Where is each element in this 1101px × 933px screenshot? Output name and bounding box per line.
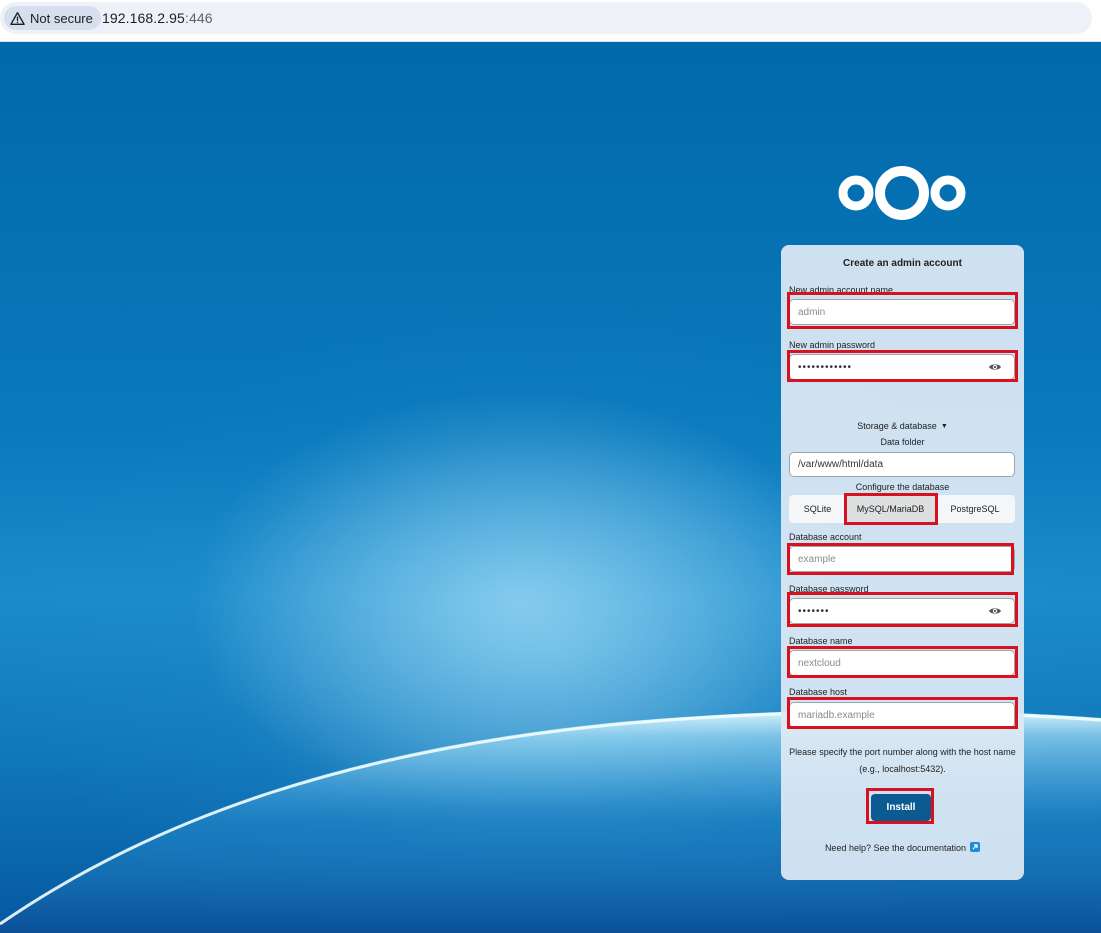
db-option-mysql[interactable]: MySQL/MariaDB — [846, 495, 935, 523]
db-password-input[interactable] — [789, 598, 1015, 624]
storage-database-toggle[interactable]: Storage & database ▼ — [781, 421, 1024, 431]
caret-down-icon: ▼ — [940, 423, 948, 430]
admin-password-input[interactable] — [789, 354, 1015, 380]
help-link-text: Need help? See the documentation — [824, 843, 967, 853]
data-folder-label: Data folder — [880, 437, 925, 447]
db-password-label: Database password — [789, 584, 869, 594]
db-host-label: Database host — [789, 687, 848, 697]
db-host-input[interactable] — [789, 702, 1015, 728]
admin-name-input[interactable] — [789, 299, 1015, 325]
db-option-sqlite[interactable]: SQLite — [789, 495, 846, 523]
setup-card: Create an admin account New admin accoun… — [781, 245, 1024, 880]
browser-toolbar: Not secure 192.168.2.95:446 — [0, 0, 1101, 42]
port-hint-text: Please specify the port number along wit… — [789, 747, 1016, 774]
card-title: Create an admin account — [843, 258, 962, 269]
db-name-label: Database name — [789, 636, 853, 646]
url-host: 192.168.2.95 — [102, 10, 185, 26]
db-name-input[interactable] — [789, 650, 1015, 676]
url-text[interactable]: 192.168.2.95:446 — [102, 10, 213, 26]
url-port: :446 — [184, 10, 213, 26]
nextcloud-logo — [838, 166, 966, 220]
data-folder-input[interactable] — [789, 452, 1015, 477]
db-account-input[interactable] — [789, 546, 1015, 572]
external-link-icon — [970, 842, 981, 852]
address-bar[interactable]: Not secure 192.168.2.95:446 — [0, 2, 1092, 34]
security-chip-label: Not secure — [30, 10, 93, 26]
admin-name-label: New admin account name — [789, 285, 894, 295]
help-link[interactable]: Need help? See the documentation — [781, 842, 1024, 853]
database-type-selector: SQLite MySQL/MariaDB PostgreSQL — [789, 495, 1015, 523]
eye-icon[interactable] — [988, 606, 1002, 616]
configure-db-label: Configure the database — [855, 482, 950, 492]
security-chip[interactable]: Not secure — [4, 6, 101, 30]
db-account-label: Database account — [789, 532, 862, 542]
admin-password-label: New admin password — [789, 340, 876, 350]
db-option-postgresql[interactable]: PostgreSQL — [935, 495, 1015, 523]
install-button[interactable]: Install — [871, 794, 931, 821]
warning-icon — [10, 11, 25, 25]
screen: Not secure 192.168.2.95:446 Create an ad… — [0, 0, 1101, 933]
storage-toggle-label: Storage & database — [857, 421, 937, 431]
eye-icon[interactable] — [988, 362, 1002, 372]
